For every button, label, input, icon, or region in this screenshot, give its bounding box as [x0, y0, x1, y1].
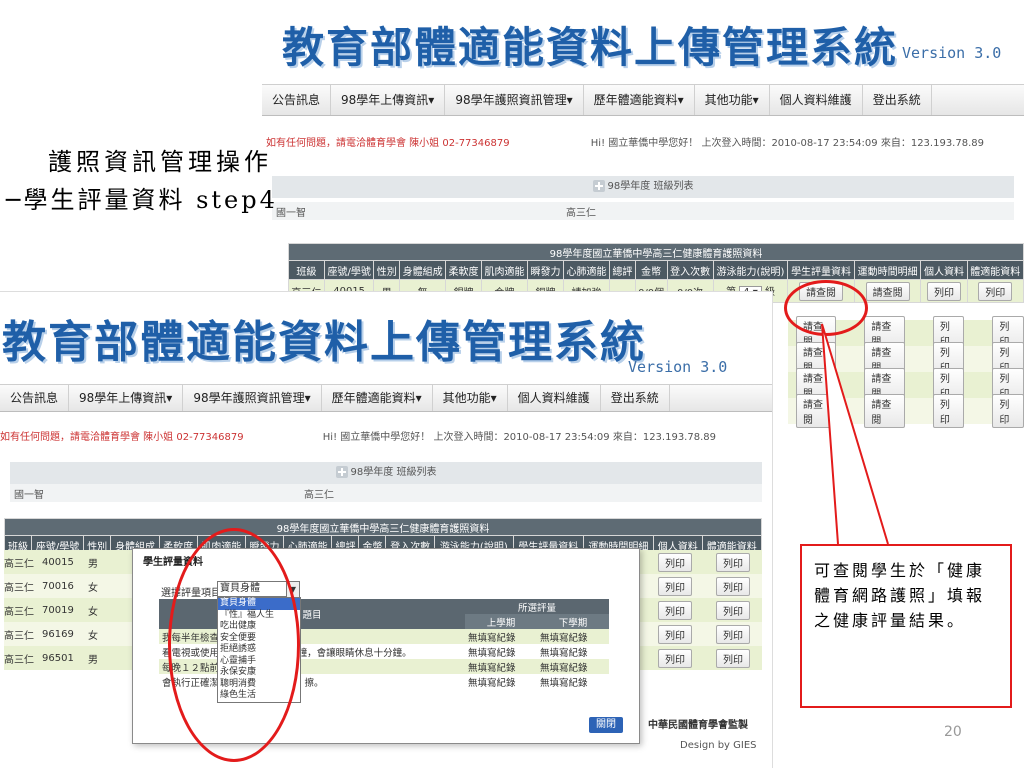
callout-text: 可查閱學生於「健康體育網路護照」填報之健康評量結果。 [814, 561, 986, 630]
callout-box: 可查閱學生於「健康體育網路護照」填報之健康評量結果。 [800, 544, 1012, 708]
page-number: 20 [944, 724, 962, 740]
